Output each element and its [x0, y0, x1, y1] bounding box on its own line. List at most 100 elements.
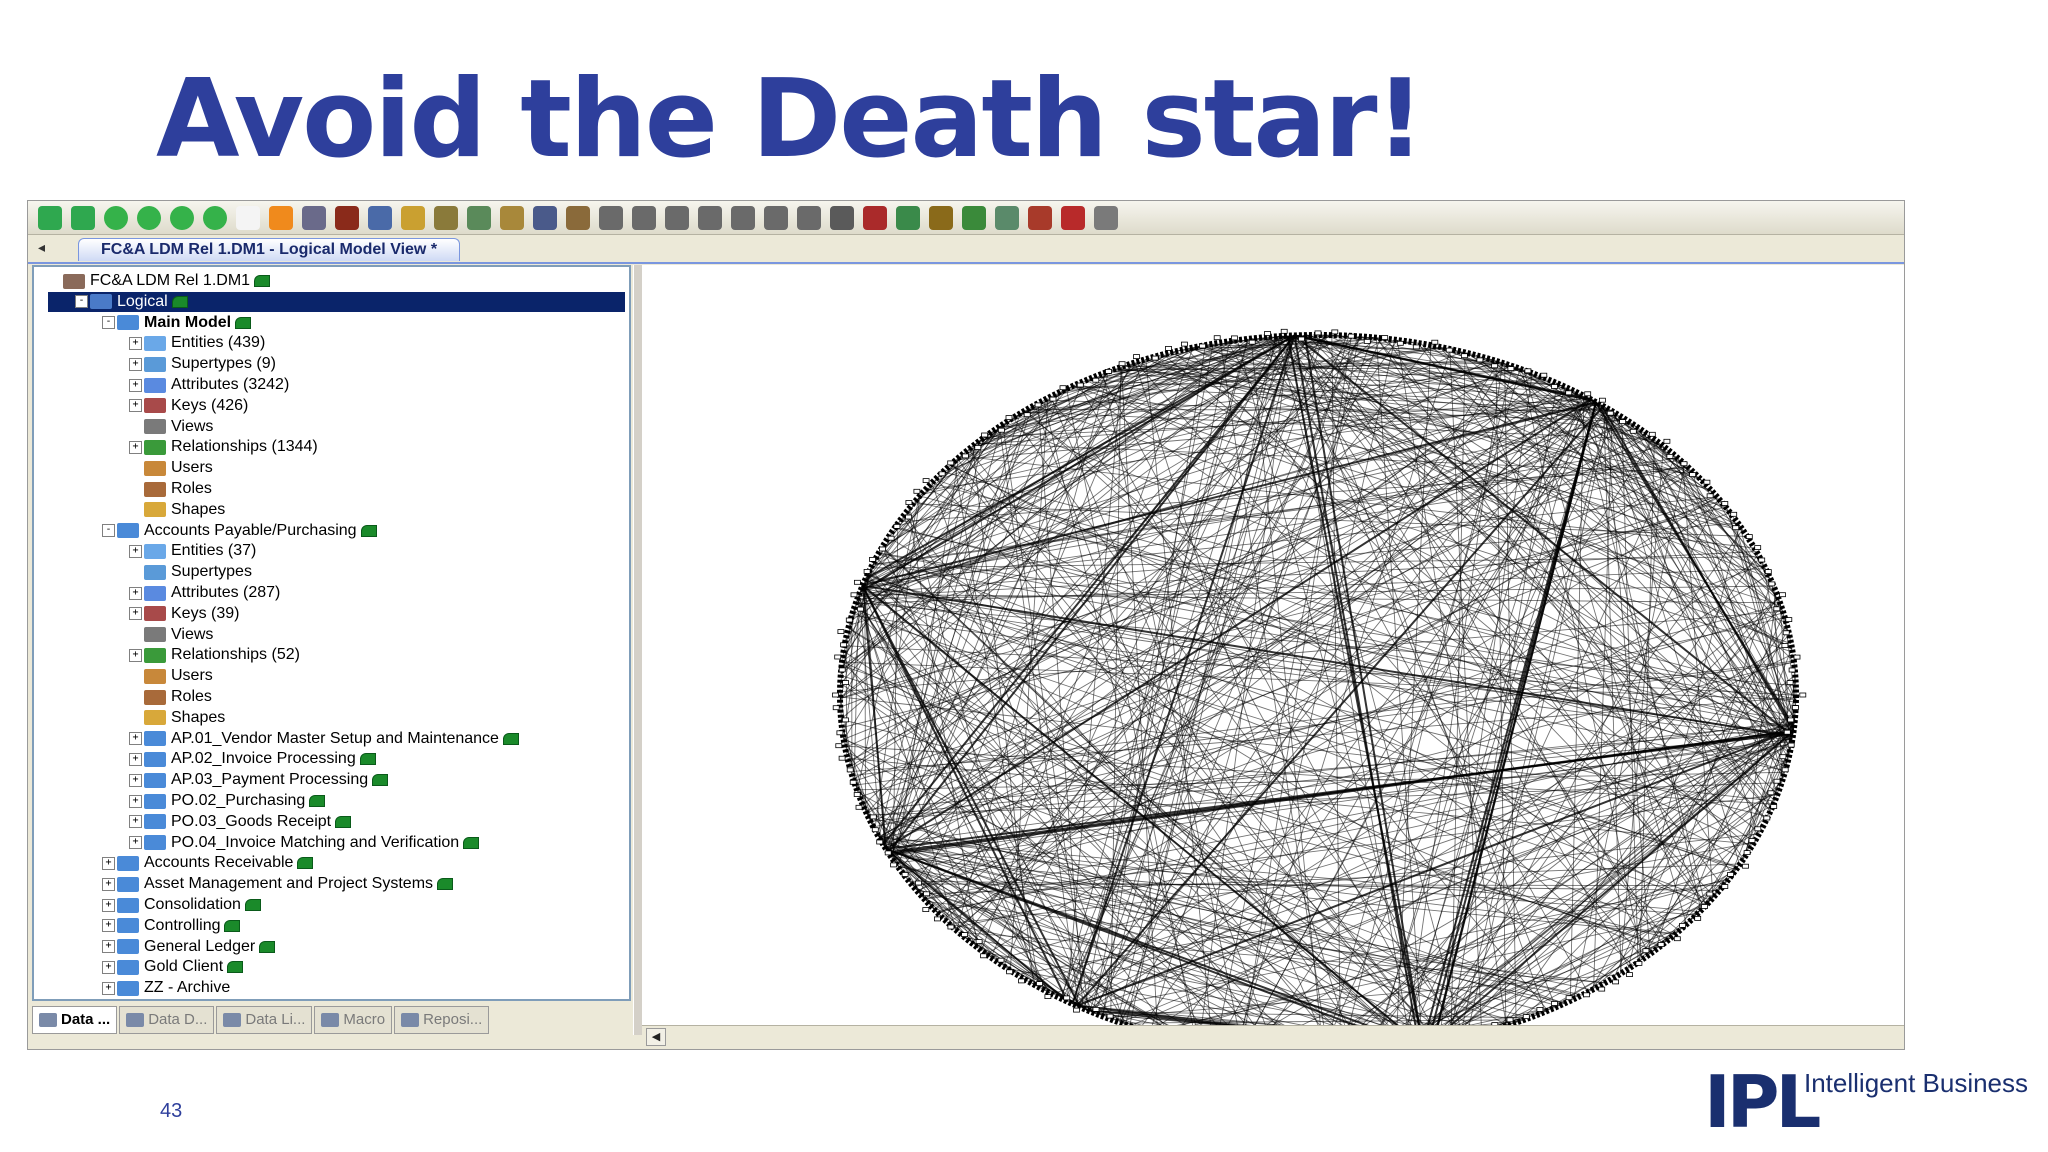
- entity-box[interactable]: [1694, 916, 1702, 921]
- entity-box[interactable]: [923, 891, 931, 897]
- entity-box[interactable]: [1773, 778, 1781, 784]
- export-icon[interactable]: [896, 205, 920, 230]
- entity-box[interactable]: [1787, 717, 1795, 723]
- entity-box[interactable]: [1005, 415, 1013, 421]
- entity-box[interactable]: [863, 568, 871, 574]
- entity-box[interactable]: [1298, 336, 1305, 342]
- tree-node[interactable]: + Keys (426): [129, 396, 248, 416]
- entity-icon[interactable]: [38, 205, 62, 230]
- entity-box[interactable]: [1599, 397, 1606, 403]
- entity-box[interactable]: [905, 514, 913, 520]
- tree-node[interactable]: + Controlling: [102, 916, 241, 936]
- collapse-icon[interactable]: -: [102, 524, 115, 538]
- entity-box[interactable]: [1648, 431, 1656, 437]
- entity-box[interactable]: [1793, 654, 1801, 660]
- collapse-icon[interactable]: -: [102, 316, 115, 330]
- align-top-icon[interactable]: [632, 205, 656, 230]
- entity-box[interactable]: [1758, 557, 1766, 563]
- entity-box[interactable]: [1551, 1001, 1558, 1006]
- entity-box[interactable]: [997, 427, 1005, 433]
- tab-repository[interactable]: Reposi...: [394, 1006, 490, 1034]
- diagram-canvas[interactable]: [642, 265, 1904, 1025]
- tree-node[interactable]: + ZZ - Archive: [102, 978, 230, 998]
- entity-box[interactable]: [1506, 1017, 1514, 1023]
- entity-box[interactable]: [1059, 385, 1067, 391]
- entity-box[interactable]: [845, 617, 853, 623]
- entity-box[interactable]: [947, 460, 955, 466]
- entity-box[interactable]: [1231, 335, 1238, 341]
- entity-box[interactable]: [1118, 361, 1126, 367]
- entity-box[interactable]: [1799, 692, 1807, 698]
- tree-node[interactable]: Supertypes: [129, 562, 252, 582]
- entity-box[interactable]: [1565, 995, 1573, 1001]
- entity-box[interactable]: [893, 523, 901, 529]
- entity-box[interactable]: [1347, 333, 1355, 339]
- layout-icon[interactable]: [566, 205, 590, 230]
- tree-node[interactable]: Users: [129, 458, 213, 478]
- expand-icon[interactable]: +: [129, 794, 142, 808]
- entity-box[interactable]: [997, 957, 1005, 963]
- entity-box[interactable]: [1565, 390, 1573, 396]
- entity-box[interactable]: [1706, 493, 1714, 499]
- expand-icon[interactable]: +: [129, 399, 142, 413]
- entity-box[interactable]: [887, 535, 895, 541]
- entity-box[interactable]: [1461, 353, 1468, 359]
- entity-box[interactable]: [1787, 742, 1795, 748]
- entity-box[interactable]: [1779, 754, 1787, 760]
- entity-box[interactable]: [1431, 339, 1439, 345]
- entity-box[interactable]: [905, 500, 913, 505]
- circle-icon[interactable]: [104, 205, 128, 230]
- entity-box[interactable]: [961, 932, 969, 937]
- entity-box[interactable]: [1536, 1007, 1544, 1012]
- view-icon[interactable]: [71, 205, 95, 230]
- entity-box[interactable]: [1701, 904, 1708, 909]
- entity-box[interactable]: [832, 705, 840, 711]
- tree-node[interactable]: - Accounts Payable/Purchasing: [102, 521, 377, 541]
- expand-icon[interactable]: +: [129, 586, 142, 600]
- entity-box[interactable]: [1181, 341, 1188, 347]
- entity-box[interactable]: [1779, 592, 1786, 598]
- entity-box[interactable]: [975, 939, 983, 944]
- entity-box[interactable]: [1280, 328, 1288, 334]
- entity-box[interactable]: [1133, 354, 1140, 359]
- entity-box[interactable]: [1703, 479, 1711, 485]
- entity-box[interactable]: [1049, 396, 1057, 402]
- align-right-icon[interactable]: [665, 205, 689, 230]
- entity-box[interactable]: [1754, 826, 1762, 832]
- entity-box[interactable]: [1598, 986, 1606, 992]
- tree-node[interactable]: + Entities (439): [129, 333, 265, 353]
- entity-box[interactable]: [1727, 872, 1734, 877]
- align-left-icon[interactable]: [599, 205, 623, 230]
- circle-icon[interactable]: [170, 205, 194, 230]
- circle-icon[interactable]: [203, 205, 227, 230]
- tree-node[interactable]: Roles: [129, 687, 212, 707]
- entity-box[interactable]: [981, 432, 989, 438]
- entity-box[interactable]: [1583, 992, 1590, 998]
- entity-box[interactable]: [1742, 863, 1749, 869]
- tree-node[interactable]: + AP.01_Vendor Master Setup and Maintenan…: [129, 729, 519, 749]
- tree-node[interactable]: + AP.02_Invoice Processing: [129, 749, 376, 769]
- tree-node[interactable]: + Keys (39): [129, 604, 239, 624]
- entity-box[interactable]: [837, 629, 845, 635]
- entity-box[interactable]: [1629, 428, 1637, 434]
- expand-icon[interactable]: +: [129, 607, 142, 621]
- entity-box[interactable]: [1606, 410, 1614, 416]
- expand-icon[interactable]: +: [102, 981, 115, 995]
- entity-box[interactable]: [961, 453, 969, 459]
- entity-box[interactable]: [1635, 961, 1643, 966]
- entity-box[interactable]: [915, 880, 922, 886]
- entity-box[interactable]: [1673, 936, 1681, 942]
- entity-box[interactable]: [853, 792, 861, 797]
- grid-icon[interactable]: [797, 205, 821, 230]
- entity-box[interactable]: [835, 743, 843, 749]
- expand-icon[interactable]: +: [129, 732, 142, 746]
- expand-icon[interactable]: +: [102, 877, 115, 891]
- tree-node[interactable]: - Main Model: [102, 313, 252, 333]
- page-icon[interactable]: [236, 205, 260, 230]
- tree-node[interactable]: + PO.02_Purchasing: [129, 791, 326, 811]
- expand-icon[interactable]: +: [129, 815, 142, 829]
- entity-box[interactable]: [1721, 884, 1729, 889]
- entity-box[interactable]: [1151, 355, 1159, 361]
- entity-box[interactable]: [1626, 972, 1633, 977]
- expand-icon[interactable]: +: [129, 357, 142, 371]
